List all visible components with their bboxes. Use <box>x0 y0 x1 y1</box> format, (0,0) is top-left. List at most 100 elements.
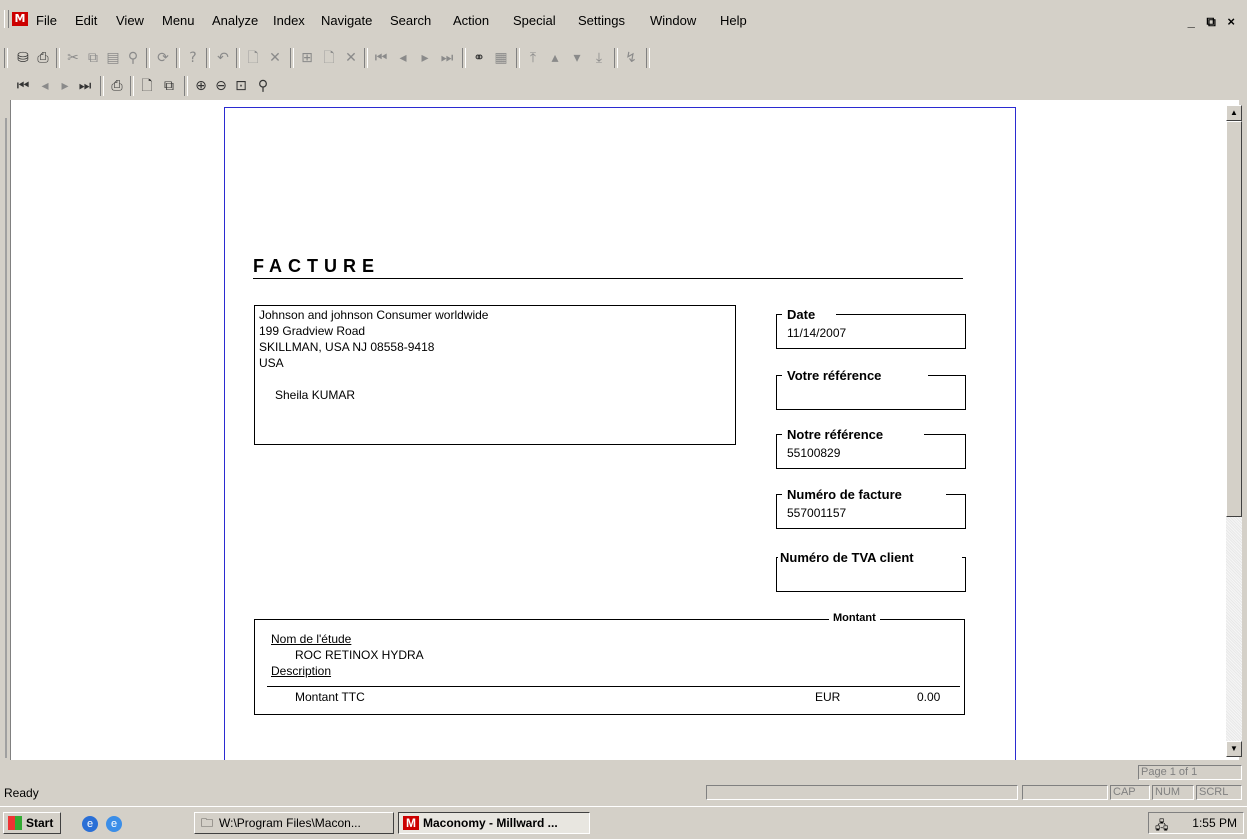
refresh-icon[interactable]: ⟳ <box>154 49 172 67</box>
print-icon[interactable]: ⎙ <box>34 49 52 67</box>
start-button[interactable]: Start <box>3 812 61 834</box>
last-page-icon[interactable]: ⏭ <box>76 77 94 95</box>
our-reference-field: Notre référence 55100829 <box>776 427 966 469</box>
prev-page-icon[interactable]: ◂ <box>36 77 54 95</box>
vat-number-field: Numéro de TVA client <box>776 550 966 592</box>
menu-settings[interactable]: Settings <box>578 13 625 28</box>
last-icon[interactable]: ⏭ <box>438 49 456 67</box>
menu-navigate[interactable]: Navigate <box>321 13 372 28</box>
study-name-label: Nom de l'étude <box>271 632 352 646</box>
amount-header: Montant <box>829 612 880 624</box>
find-icon[interactable]: ⚲ <box>124 49 142 67</box>
sort-icon[interactable]: ↯ <box>622 49 640 67</box>
date-field: Date 11/14/2007 <box>776 307 966 349</box>
menu-menu[interactable]: Menu <box>162 13 195 28</box>
cap-indicator: CAP <box>1110 785 1150 800</box>
new-icon[interactable]: 🗋 <box>244 49 262 67</box>
date-value: 11/14/2007 <box>787 326 847 340</box>
toolbar-grip[interactable] <box>4 48 8 68</box>
print-icon[interactable]: ⎙ <box>108 77 126 95</box>
prev-icon[interactable]: ◂ <box>394 49 412 67</box>
total-amount-value: 0.00 <box>917 690 941 704</box>
toolbar-separator <box>462 48 466 68</box>
amount-box: Montant Nom de l'étude ROC RETINOX HYDRA… <box>254 612 965 715</box>
zoom-fit-icon[interactable]: ⊡ <box>232 77 250 95</box>
page-indicator: Page 1 of 1 <box>1138 765 1242 780</box>
menu-special[interactable]: Special <box>513 13 556 28</box>
page-icon[interactable]: 🗋 <box>138 77 156 95</box>
toolbar-separator <box>56 48 60 68</box>
system-tray: 🖧 1:55 PM <box>1148 812 1244 834</box>
network-icon[interactable]: 🖧 <box>1155 816 1168 837</box>
taskbar: Start e e 🗀 W:\Program Files\Macon... M Ma… <box>0 806 1247 839</box>
menu-help[interactable]: Help <box>720 13 747 28</box>
menu-file[interactable]: File <box>36 13 57 28</box>
print-preview-toolbar: ⏮ ◂ ▸ ⏭ ⎙ 🗋 ⧉ ⊕ ⊖ ⊡ ⚲ <box>0 72 1247 100</box>
scroll-thumb[interactable] <box>1226 121 1242 517</box>
zoom-in-icon[interactable]: ⊕ <box>192 77 210 95</box>
internet-explorer-icon[interactable]: e <box>106 816 122 832</box>
your-reference-field: Votre référence <box>776 368 966 410</box>
first-icon[interactable]: ⏮ <box>372 49 390 67</box>
toolbar-separator <box>176 48 180 68</box>
new-record-icon[interactable]: 🗋 <box>320 49 338 67</box>
toolbar-separator <box>184 76 188 96</box>
menu-view[interactable]: View <box>116 13 144 28</box>
show-desktop-icon[interactable]: e <box>82 816 98 832</box>
toolbar-separator <box>290 48 294 68</box>
insert-icon[interactable]: ⊞ <box>298 49 316 67</box>
down-icon[interactable]: ▾ <box>568 49 586 67</box>
help-icon[interactable]: ? <box>184 49 202 67</box>
close-record-icon[interactable]: ✕ <box>342 49 360 67</box>
top-icon[interactable]: ⤒ <box>524 49 542 67</box>
folder-icon: 🗀 <box>200 816 213 830</box>
status-bar: Page 1 of 1 Ready CAP NUM SCRL <box>0 760 1247 802</box>
first-page-icon[interactable]: ⏮ <box>14 77 32 95</box>
toolbar-separator <box>130 76 134 96</box>
zoom-icon[interactable]: ⚲ <box>254 77 272 95</box>
menu-search[interactable]: Search <box>390 13 431 28</box>
invoice-number-label: Numéro de facture <box>785 487 904 502</box>
menu-window[interactable]: Window <box>650 13 696 28</box>
left-splitter[interactable] <box>5 118 7 758</box>
app-icon[interactable]: M <box>12 12 28 26</box>
title-rule <box>253 278 963 279</box>
taskbar-maconomy-window[interactable]: M Maconomy - Millward ... <box>398 812 590 834</box>
copy-icon[interactable]: ⧉ <box>84 49 102 67</box>
taskbar-explorer-window[interactable]: 🗀 W:\Program Files\Macon... <box>194 812 394 834</box>
scroll-down-icon[interactable]: ▼ <box>1226 741 1242 757</box>
address-line-2: 199 Gradview Road <box>259 324 366 338</box>
menu-index[interactable]: Index <box>273 13 305 28</box>
vertical-scrollbar[interactable]: ▲ ▼ <box>1226 105 1242 757</box>
toolbar-separator <box>614 48 618 68</box>
currency-value: EUR <box>815 690 841 704</box>
cut-icon[interactable]: ✂ <box>64 49 82 67</box>
binoculars-icon[interactable]: ⚭ <box>470 49 488 67</box>
database-icon[interactable]: ⛁ <box>14 49 32 67</box>
filter-icon[interactable]: ▦ <box>492 49 510 67</box>
menu-bar: M File Edit View Menu Analyze Index Navi… <box>0 0 1247 44</box>
delete-icon[interactable]: ✕ <box>266 49 284 67</box>
address-line-1: Johnson and johnson Consumer worldwide <box>259 308 489 322</box>
next-page-icon[interactable]: ▸ <box>56 77 74 95</box>
scrl-indicator: SCRL <box>1196 785 1242 800</box>
clock[interactable]: 1:55 PM <box>1192 816 1237 830</box>
standard-toolbar: ⛁ ⎙ ✂ ⧉ ▤ ⚲ ⟳ ? ↶ 🗋 ✕ ⊞ 🗋 ✕ ⏮ ◂ ▸ ⏭ ⚭ ▦ … <box>0 44 1247 72</box>
paste-icon[interactable]: ▤ <box>104 49 122 67</box>
up-icon[interactable]: ▴ <box>546 49 564 67</box>
total-label: Montant TTC <box>295 690 365 704</box>
window-controls[interactable]: _ ⧉ × <box>1188 14 1239 30</box>
menu-analyze[interactable]: Analyze <box>212 13 258 28</box>
pages-icon[interactable]: ⧉ <box>160 77 178 95</box>
address-line-3: SKILLMAN, USA NJ 08558-9418 <box>259 340 435 354</box>
scroll-up-icon[interactable]: ▲ <box>1226 105 1242 121</box>
next-icon[interactable]: ▸ <box>416 49 434 67</box>
bottom-icon[interactable]: ⤓ <box>590 49 608 67</box>
menu-edit[interactable]: Edit <box>75 13 97 28</box>
zoom-out-icon[interactable]: ⊖ <box>212 77 230 95</box>
our-reference-label: Notre référence <box>785 427 886 442</box>
num-indicator: NUM <box>1152 785 1194 800</box>
menu-action[interactable]: Action <box>453 13 489 28</box>
undo-icon[interactable]: ↶ <box>214 49 232 67</box>
menubar-grip[interactable] <box>4 10 9 28</box>
